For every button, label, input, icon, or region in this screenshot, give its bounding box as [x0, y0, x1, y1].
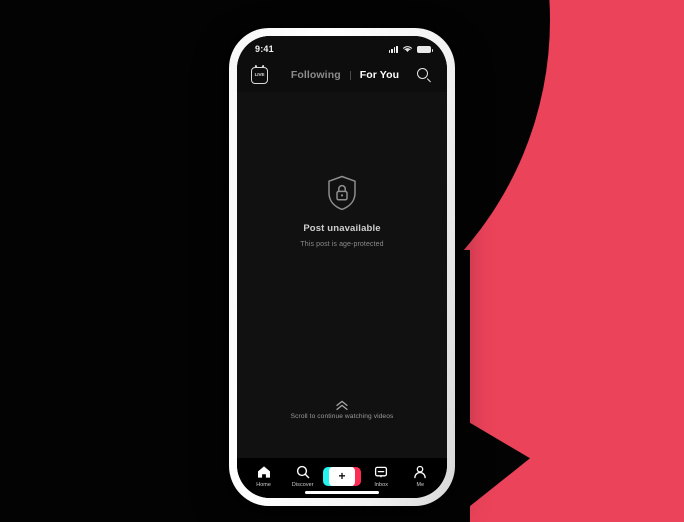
scroll-hint-label: Scroll to continue watching videos — [290, 413, 394, 420]
battery-icon — [417, 45, 433, 53]
search-icon — [296, 465, 310, 480]
page-subtitle: This post is age-protected — [300, 241, 384, 248]
screenshot-root: 9:41 LIVE Following For You Post unavail… — [0, 0, 684, 522]
feed-tabs: Following For You — [291, 69, 399, 81]
search-icon-handle — [426, 78, 432, 83]
search-icon-ring — [416, 67, 428, 79]
phone-bezel: 9:41 LIVE Following For You Post unavail… — [237, 36, 447, 498]
tab-me[interactable]: Me — [402, 465, 438, 488]
plus-icon: + — [338, 468, 346, 483]
wifi-icon — [403, 46, 412, 52]
tab-create[interactable]: + — [322, 466, 361, 486]
tab-for-you[interactable]: For You — [360, 69, 399, 81]
double-chevron-up-icon — [334, 398, 350, 411]
home-indicator[interactable] — [305, 491, 379, 494]
home-icon — [257, 465, 271, 480]
shield-lock-icon — [325, 174, 359, 212]
status-bar-icons — [388, 45, 433, 53]
tab-inbox[interactable]: Inbox — [363, 465, 399, 488]
tab-following[interactable]: Following — [291, 69, 341, 81]
tab-discover[interactable]: Discover — [285, 465, 321, 488]
tab-me-label: Me — [416, 481, 425, 488]
page-title: Post unavailable — [303, 223, 381, 234]
status-bar: 9:41 — [237, 36, 447, 58]
scroll-hint[interactable]: Scroll to continue watching videos — [237, 398, 447, 420]
live-button-label: LIVE — [254, 71, 265, 77]
cellular-signal-icon — [388, 45, 398, 53]
phone-screen: 9:41 LIVE Following For You Post unavail… — [237, 36, 447, 498]
person-icon — [413, 465, 427, 480]
video-feed-area: Post unavailable This post is age-protec… — [237, 92, 447, 458]
create-post-button[interactable]: + — [322, 466, 361, 486]
search-icon[interactable] — [416, 67, 433, 84]
phone-mockup: 9:41 LIVE Following For You Post unavail… — [229, 28, 455, 506]
status-bar-time: 9:41 — [255, 44, 274, 54]
top-navigation-bar: LIVE Following For You — [237, 58, 447, 92]
tab-home[interactable]: Home — [246, 465, 282, 488]
tab-home-label: Home — [256, 481, 271, 488]
tab-separator — [349, 70, 351, 80]
inbox-icon — [374, 465, 388, 480]
live-icon[interactable]: LIVE — [251, 66, 268, 84]
post-unavailable-block: Post unavailable This post is age-protec… — [237, 174, 447, 248]
tab-inbox-label: Inbox — [374, 481, 388, 488]
tab-discover-label: Discover — [291, 481, 314, 488]
